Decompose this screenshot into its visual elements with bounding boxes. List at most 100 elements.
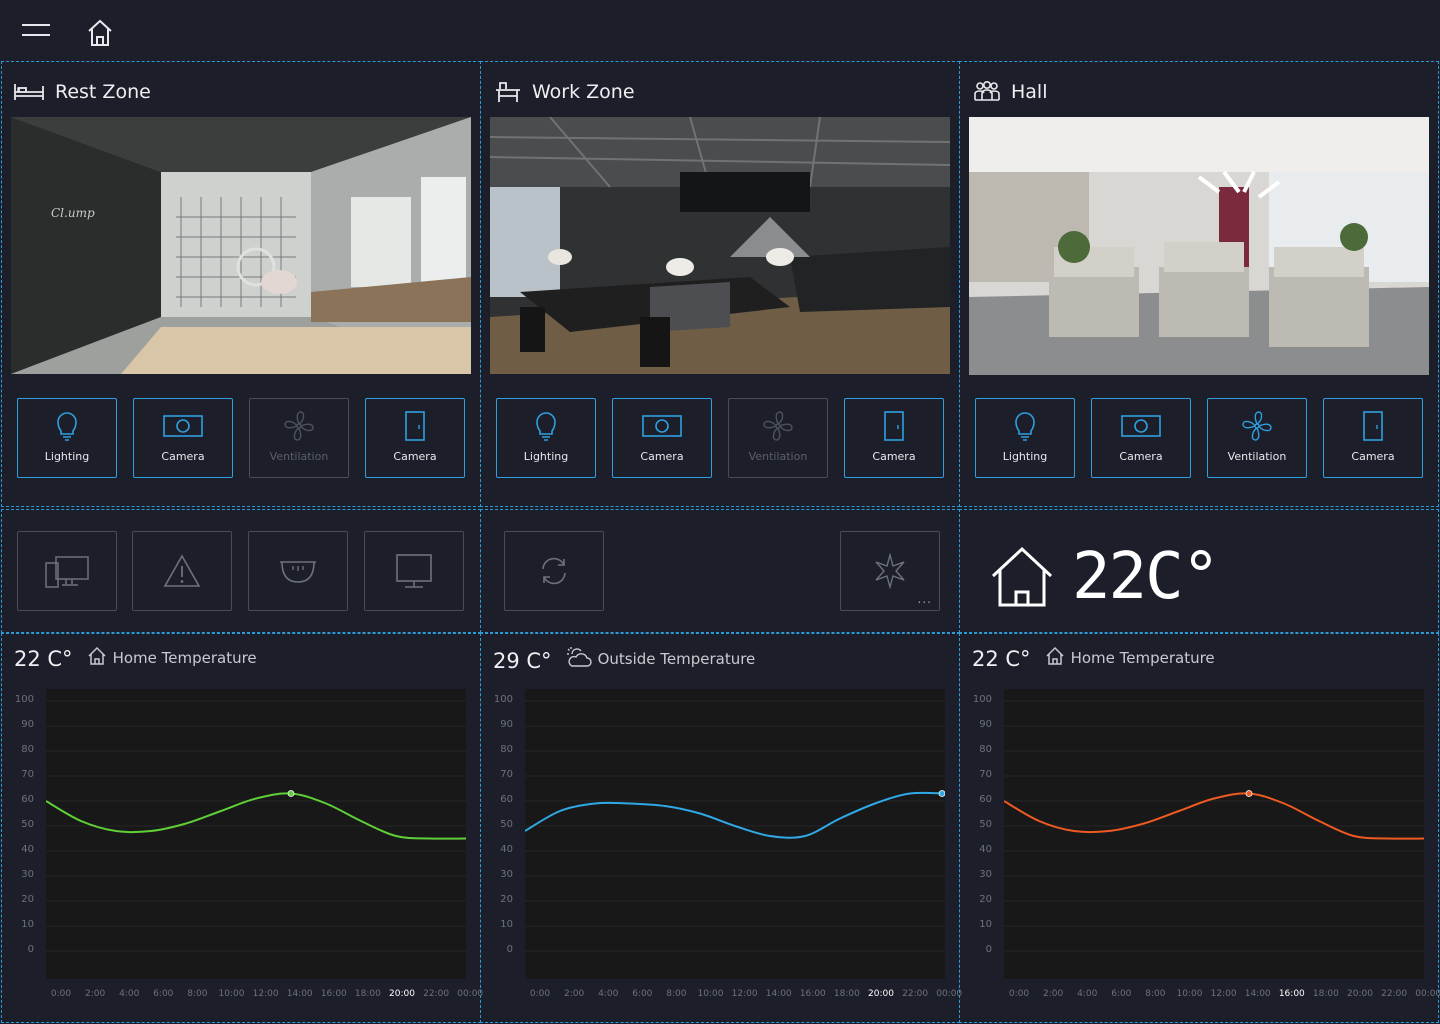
hall-ventilation-button[interactable]: Ventilation xyxy=(1207,398,1307,478)
door-icon xyxy=(1362,410,1384,442)
desk-icon xyxy=(496,82,520,102)
y-tick-label: 100 xyxy=(14,694,34,705)
lightbulb-icon xyxy=(56,410,78,442)
refresh-button[interactable] xyxy=(504,531,604,611)
x-tick-label: 22:00 xyxy=(1381,989,1408,999)
x-tick-label: 0:00 xyxy=(1008,989,1030,999)
temperature-value: 22 C° xyxy=(972,647,1031,671)
x-tick-label: 22:00 xyxy=(902,989,929,999)
y-tick-label: 90 xyxy=(500,719,513,730)
work-lighting-button[interactable]: Lighting xyxy=(496,398,596,478)
more-options-icon[interactable]: ... xyxy=(918,592,932,606)
device-label: Ventilation xyxy=(1227,450,1287,463)
y-tick-label: 50 xyxy=(979,819,992,830)
y-tick-label: 60 xyxy=(979,794,992,805)
fan-icon xyxy=(1241,410,1273,442)
home-icon xyxy=(87,646,107,670)
y-tick-label: 0 xyxy=(27,944,34,955)
svg-text:Cl.ump: Cl.ump xyxy=(51,206,95,220)
x-tick-label: 14:00 xyxy=(1244,989,1271,999)
computer-icon xyxy=(45,556,89,588)
home-icon[interactable] xyxy=(86,18,114,48)
x-tick-label: 00:00 xyxy=(457,989,484,999)
x-tick-label: 20:00 xyxy=(1347,989,1373,999)
x-tick-label: 2:00 xyxy=(84,989,106,999)
y-tick-label: 70 xyxy=(500,769,513,780)
temperature-value: 29 C° xyxy=(493,649,552,673)
hamburger-menu-icon[interactable] xyxy=(22,24,50,38)
data-point-marker[interactable] xyxy=(938,790,946,797)
chart-header: 22 C° Home Temperature xyxy=(14,646,257,671)
temperature-chart xyxy=(1003,689,1425,979)
work-camera-button[interactable]: Camera xyxy=(612,398,712,478)
temperature-value: 22 C° xyxy=(14,647,73,671)
y-tick-label: 40 xyxy=(979,844,992,855)
rest-lighting-button[interactable]: Lighting xyxy=(17,398,117,478)
zone-title-text: Work Zone xyxy=(532,81,635,103)
x-tick-label: 18:00 xyxy=(833,989,860,999)
y-tick-label: 10 xyxy=(500,919,513,930)
camera-icon xyxy=(1120,410,1162,442)
x-tick-label: 8:00 xyxy=(666,989,687,999)
work-zone-photo xyxy=(490,117,950,374)
x-tick-label: 2:00 xyxy=(1042,989,1064,999)
data-point-marker[interactable] xyxy=(1245,790,1253,797)
zone-title-rest: Rest Zone xyxy=(13,80,151,104)
camera-icon xyxy=(641,410,683,442)
y-tick-label: 50 xyxy=(500,819,513,830)
zone-title-work: Work Zone xyxy=(494,80,635,104)
hall-camera-button[interactable]: Camera xyxy=(1091,398,1191,478)
device-label: Ventilation xyxy=(269,450,329,463)
temperature-label-text: Home Temperature xyxy=(1070,649,1215,667)
device-label: Lighting xyxy=(44,450,90,463)
x-tick-label: 10:00 xyxy=(1176,989,1203,999)
chart-plot xyxy=(524,689,946,979)
device-label: Camera xyxy=(872,450,916,463)
y-tick-label: 20 xyxy=(21,894,34,905)
hall-photo xyxy=(969,117,1429,375)
monitor-button[interactable] xyxy=(364,531,464,611)
y-tick-label: 40 xyxy=(500,844,513,855)
lightbulb-icon xyxy=(1014,410,1036,442)
y-tick-label: 30 xyxy=(21,869,34,880)
chart-background xyxy=(525,689,945,979)
hall-lighting-button[interactable]: Lighting xyxy=(975,398,1075,478)
dome-camera-button[interactable] xyxy=(248,531,348,611)
x-tick-label: 18:00 xyxy=(1312,989,1339,999)
y-tick-label: 10 xyxy=(979,919,992,930)
x-tick-label: 14:00 xyxy=(286,989,313,999)
rest-camera-button[interactable]: Camera xyxy=(133,398,233,478)
temperature-label: Home Temperature xyxy=(87,646,257,670)
y-tick-label: 0 xyxy=(506,944,513,955)
computer-button[interactable] xyxy=(17,531,117,611)
device-label: Camera xyxy=(1119,450,1163,463)
warning-icon xyxy=(163,554,201,587)
y-tick-label: 30 xyxy=(979,869,992,880)
work-ventilation-button[interactable]: Ventilation xyxy=(728,398,828,478)
x-tick-label: 22:00 xyxy=(423,989,450,999)
hall-camera-button[interactable]: Camera xyxy=(1323,398,1423,478)
effects-button[interactable]: ... xyxy=(840,531,940,611)
data-point-marker[interactable] xyxy=(287,790,295,797)
x-tick-label: 20:00 xyxy=(868,989,894,999)
top-bar xyxy=(0,0,1440,60)
device-label: Lighting xyxy=(1002,450,1048,463)
x-tick-label: 6:00 xyxy=(632,989,653,999)
work-camera-button[interactable]: Camera xyxy=(844,398,944,478)
x-tick-label: 4:00 xyxy=(598,989,619,999)
x-tick-label: 0:00 xyxy=(529,989,551,999)
lightbulb-icon xyxy=(535,410,557,442)
x-tick-label: 16:00 xyxy=(1278,989,1305,999)
temperature-label-text: Outside Temperature xyxy=(597,650,756,668)
device-label: Camera xyxy=(393,450,437,463)
x-tick-label: 6:00 xyxy=(153,989,174,999)
device-label: Ventilation xyxy=(748,450,808,463)
rest-ventilation-button[interactable]: Ventilation xyxy=(249,398,349,478)
y-tick-label: 80 xyxy=(21,744,34,755)
temperature-label: Home Temperature xyxy=(1045,646,1215,670)
y-tick-label: 60 xyxy=(21,794,34,805)
x-tick-label: 12:00 xyxy=(1210,989,1237,999)
zone-title-hall: Hall xyxy=(973,80,1048,104)
warning-button[interactable] xyxy=(132,531,232,611)
rest-camera-button[interactable]: Camera xyxy=(365,398,465,478)
